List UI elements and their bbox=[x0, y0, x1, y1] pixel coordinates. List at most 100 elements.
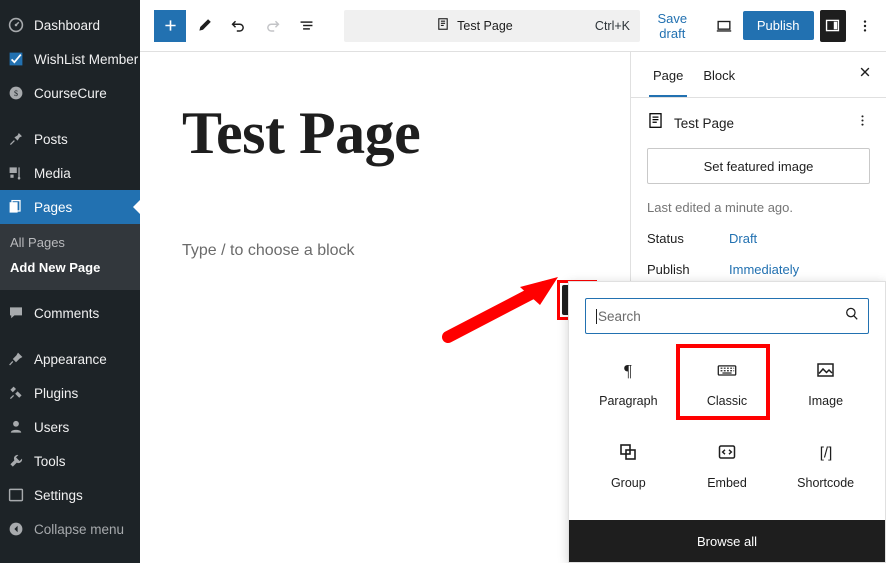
sidebar-item-label: Dashboard bbox=[34, 18, 100, 33]
page-document-icon bbox=[436, 17, 450, 34]
block-option-group[interactable]: Group bbox=[579, 426, 678, 506]
publish-value[interactable]: Immediately bbox=[729, 262, 799, 277]
block-option-classic[interactable]: Classic bbox=[678, 344, 777, 424]
command-bar-center: Test Page bbox=[354, 17, 595, 34]
search-field[interactable]: Search bbox=[585, 298, 869, 334]
classic-keyboard-icon bbox=[716, 360, 738, 380]
sidebar-item-users[interactable]: Users bbox=[0, 410, 140, 444]
close-icon[interactable] bbox=[848, 57, 882, 92]
browse-all-label: Browse all bbox=[697, 534, 757, 549]
collapse-icon bbox=[8, 521, 34, 537]
publish-row: Publish Immediately bbox=[647, 262, 870, 277]
settings-body: Test Page Set featured image Last edited… bbox=[631, 98, 886, 277]
wishlist-member-icon bbox=[8, 51, 34, 67]
set-featured-image-button[interactable]: Set featured image bbox=[647, 148, 870, 184]
settings-panel-icon[interactable] bbox=[820, 10, 846, 42]
sidebar-divider-2 bbox=[0, 330, 140, 342]
pages-submenu: All Pages Add New Page bbox=[0, 224, 140, 290]
block-option-label: Shortcode bbox=[797, 476, 854, 490]
block-option-label: Group bbox=[611, 476, 646, 490]
shortcode-icon: [/] bbox=[816, 442, 836, 462]
coursecure-icon: $ bbox=[8, 85, 34, 101]
undo-button[interactable] bbox=[222, 10, 254, 42]
add-block-button[interactable] bbox=[154, 10, 186, 42]
group-icon bbox=[618, 442, 638, 462]
settings-tablist: Page Block bbox=[631, 52, 886, 98]
sidebar-item-tools[interactable]: Tools bbox=[0, 444, 140, 478]
submenu-item-all-pages[interactable]: All Pages bbox=[0, 230, 140, 255]
sidebar-item-wishlist-member[interactable]: WishList Member bbox=[0, 42, 140, 76]
kebab-menu-icon[interactable] bbox=[855, 113, 870, 133]
pin-icon bbox=[8, 131, 34, 147]
comments-icon bbox=[8, 305, 34, 321]
sidebar-item-dashboard[interactable]: Dashboard bbox=[0, 8, 140, 42]
block-inserter-popover: Search ¶ Paragraph Classic bbox=[568, 281, 886, 563]
submenu-item-label: Add New Page bbox=[10, 260, 100, 275]
block-option-embed[interactable]: Embed bbox=[678, 426, 777, 506]
editor-header: Test Page Ctrl+K Save draft Publish bbox=[140, 0, 886, 52]
status-row: Status Draft bbox=[647, 231, 870, 246]
sidebar-item-label: Collapse menu bbox=[34, 522, 124, 537]
embed-code-icon bbox=[717, 442, 737, 462]
sidebar-item-plugins[interactable]: Plugins bbox=[0, 376, 140, 410]
redo-button[interactable] bbox=[256, 10, 288, 42]
kebab-menu-icon[interactable] bbox=[852, 10, 878, 42]
image-icon bbox=[815, 360, 836, 380]
block-option-shortcode[interactable]: [/] Shortcode bbox=[776, 426, 875, 506]
pages-icon bbox=[8, 199, 34, 215]
submenu-item-label: All Pages bbox=[10, 235, 65, 250]
sidebar-item-appearance[interactable]: Appearance bbox=[0, 342, 140, 376]
header-right-tools: Save draft Publish bbox=[640, 5, 886, 47]
tab-page[interactable]: Page bbox=[643, 54, 693, 96]
inserter-block-grid: ¶ Paragraph Classic Image G bbox=[569, 334, 885, 506]
status-value[interactable]: Draft bbox=[729, 231, 757, 246]
search-icon bbox=[844, 306, 860, 327]
publish-button[interactable]: Publish bbox=[743, 11, 814, 40]
preview-desktop-icon[interactable] bbox=[711, 10, 737, 42]
inserter-search-wrap: Search bbox=[569, 282, 885, 334]
tools-icon bbox=[8, 453, 34, 469]
sidebar-item-label: Users bbox=[34, 420, 69, 435]
browse-all-button[interactable]: Browse all bbox=[569, 520, 885, 562]
block-option-paragraph[interactable]: ¶ Paragraph bbox=[579, 344, 678, 424]
block-option-label: Classic bbox=[707, 394, 747, 408]
page-title[interactable]: Test Page bbox=[182, 102, 420, 165]
sidebar-item-posts[interactable]: Posts bbox=[0, 122, 140, 156]
status-label: Status bbox=[647, 231, 729, 246]
sidebar-item-label: Media bbox=[34, 166, 71, 181]
tools-pencil-button[interactable] bbox=[188, 10, 220, 42]
sidebar-item-pages[interactable]: Pages bbox=[0, 190, 140, 224]
appearance-icon bbox=[8, 351, 34, 367]
sidebar-divider-1 bbox=[0, 110, 140, 122]
editor-canvas[interactable]: Test Page Type / to choose a block bbox=[140, 52, 631, 563]
dashboard-icon bbox=[8, 17, 34, 33]
sidebar-item-comments[interactable]: Comments bbox=[0, 296, 140, 330]
sidebar-item-label: Settings bbox=[34, 488, 83, 503]
header-left-tools bbox=[140, 10, 322, 42]
submenu-item-add-new-page[interactable]: Add New Page bbox=[0, 255, 140, 280]
block-option-image[interactable]: Image bbox=[776, 344, 875, 424]
tab-block[interactable]: Block bbox=[693, 54, 745, 96]
block-option-label: Image bbox=[808, 394, 843, 408]
list-view-button[interactable] bbox=[290, 10, 322, 42]
wordpress-block-editor: Dashboard WishList Member $ CourseCure P… bbox=[0, 0, 886, 563]
search-input[interactable]: Search bbox=[598, 309, 844, 324]
page-document-icon bbox=[647, 112, 664, 134]
document-summary-row: Test Page bbox=[647, 112, 870, 134]
paragraph-block-placeholder[interactable]: Type / to choose a block bbox=[182, 242, 355, 260]
sidebar-item-coursecure[interactable]: $ CourseCure bbox=[0, 76, 140, 110]
last-edited-text: Last edited a minute ago. bbox=[647, 200, 870, 215]
sidebar-item-label: Pages bbox=[34, 200, 72, 215]
sidebar-item-settings[interactable]: Settings bbox=[0, 478, 140, 512]
svg-text:[/]: [/] bbox=[819, 445, 832, 462]
command-bar-shortcut: Ctrl+K bbox=[595, 19, 630, 33]
svg-text:$: $ bbox=[14, 89, 18, 98]
save-draft-button[interactable]: Save draft bbox=[640, 5, 705, 47]
sidebar-item-media[interactable]: Media bbox=[0, 156, 140, 190]
svg-text:¶: ¶ bbox=[624, 361, 632, 380]
command-bar-title: Test Page bbox=[457, 19, 513, 33]
sidebar-item-collapse-menu[interactable]: Collapse menu bbox=[0, 512, 140, 546]
sidebar-item-label: Tools bbox=[34, 454, 66, 469]
command-bar[interactable]: Test Page Ctrl+K bbox=[344, 10, 640, 42]
tab-page-label: Page bbox=[653, 68, 683, 83]
